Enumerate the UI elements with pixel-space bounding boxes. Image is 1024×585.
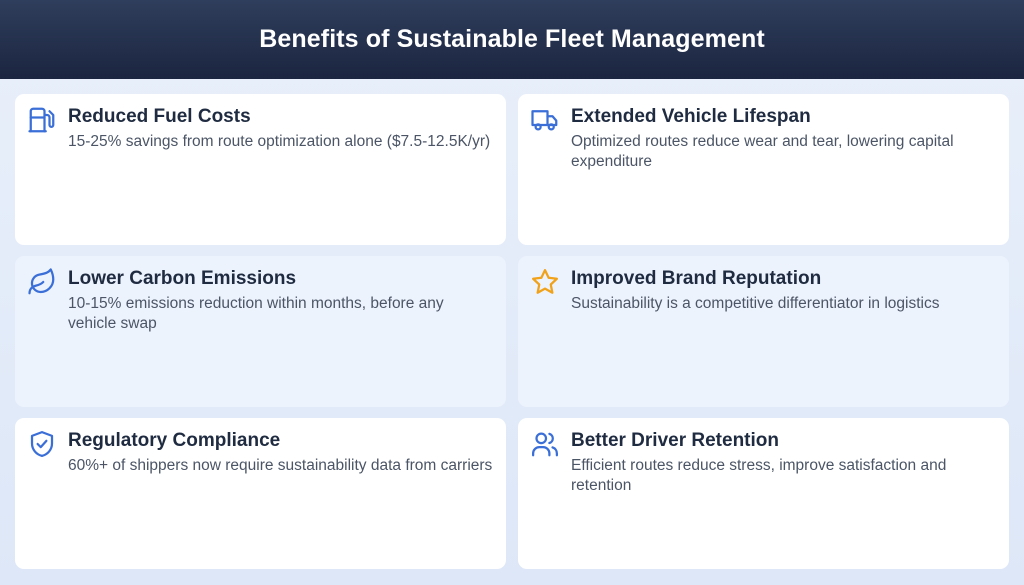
users-icon xyxy=(530,429,560,459)
truck-icon xyxy=(530,105,560,135)
card-title: Lower Carbon Emissions xyxy=(68,268,297,289)
page-header: Benefits of Sustainable Fleet Management xyxy=(0,0,1024,79)
card-title: Extended Vehicle Lifespan xyxy=(571,106,811,127)
card-description: 10-15% emissions reduction within months… xyxy=(68,295,444,332)
card-description: 15-25% savings from route optimization a… xyxy=(68,133,491,150)
benefit-card-compliance: Regulatory Compliance 60%+ of shippers n… xyxy=(15,418,506,569)
benefit-card-emissions: Lower Carbon Emissions 10-15% emissions … xyxy=(15,256,506,407)
star-icon xyxy=(530,267,560,297)
card-title: Reduced Fuel Costs xyxy=(68,106,251,127)
benefit-card-lifespan: Extended Vehicle Lifespan Optimized rout… xyxy=(518,94,1009,245)
fuel-pump-icon xyxy=(27,105,57,135)
benefit-card-reputation: Improved Brand Reputation Sustainability… xyxy=(518,256,1009,407)
card-description: 60%+ of shippers now require sustainabil… xyxy=(68,457,493,474)
benefit-card-retention: Better Driver Retention Efficient routes… xyxy=(518,418,1009,569)
leaf-icon xyxy=(27,267,57,297)
benefit-card-fuel: Reduced Fuel Costs 15-25% savings from r… xyxy=(15,94,506,245)
card-description: Optimized routes reduce wear and tear, l… xyxy=(571,133,954,170)
card-title: Better Driver Retention xyxy=(571,430,779,451)
shield-check-icon xyxy=(27,429,57,459)
card-description: Sustainability is a competitive differen… xyxy=(571,295,940,312)
card-description: Efficient routes reduce stress, improve … xyxy=(571,457,947,494)
card-title: Regulatory Compliance xyxy=(68,430,281,451)
page-title: Benefits of Sustainable Fleet Management xyxy=(259,25,765,53)
card-title: Improved Brand Reputation xyxy=(571,268,822,289)
